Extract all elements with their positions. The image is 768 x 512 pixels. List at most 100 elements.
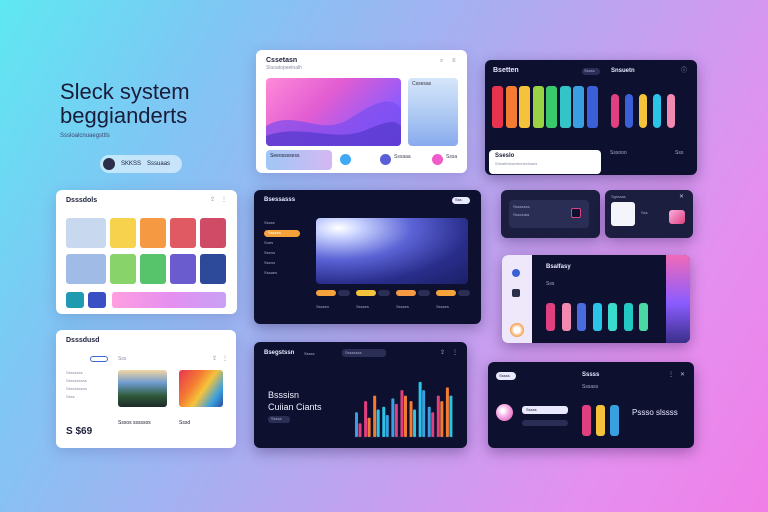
chart-bar [385,414,389,437]
chart-bar [449,395,453,437]
item-label-1: Sssaaa [394,154,411,160]
sidebar-item[interactable]: Sseos [264,250,304,260]
chart-bar [413,409,417,437]
info-icon[interactable]: ⓘ [681,68,687,74]
doc-landscape-image [118,370,167,407]
chart-bar [376,409,380,437]
close-icon[interactable]: ✕ [679,194,684,200]
more-icon[interactable]: ⋮ [668,372,674,378]
chart-bar [400,390,404,437]
chart-title: Bsegstssn [264,350,295,356]
mini-card-1: Ssssssss Sssceaia [501,190,600,238]
dashboard-tag [436,290,456,296]
chart-tab-2[interactable]: Ssssssss [342,349,386,357]
equalizer-bar [639,302,648,331]
palette-swatch [200,254,226,284]
sidebar-item[interactable]: Sseos [264,260,304,270]
dashboard-toggle[interactable]: Sss [452,197,470,204]
equalizer-bar [546,302,555,331]
player-pill[interactable]: Sssss [496,372,516,380]
player-bars [582,400,622,436]
sidebar-item-label: Sssses [268,230,281,235]
user-chip[interactable]: SKKSS Sssuaas [100,155,182,173]
doc-abstract-image [179,370,223,407]
dashboard-column-label: Sssses [356,304,369,309]
equalizer-card: Bsalfasy Sss [502,255,690,343]
player-bar [596,405,605,436]
bottom-banner[interactable]: Seeossssess [266,150,332,170]
palette-swatch [140,254,166,284]
dashboard-toggle-label: Sss [455,197,462,202]
dashboard-tag [396,290,416,296]
rainbow-swatch [573,86,584,128]
rainbow-swatch [532,86,544,128]
more-icon[interactable]: ⋮ [221,197,227,203]
equalizer-gradient-strip [666,255,690,343]
more-icon[interactable]: ⋮ [222,356,228,362]
dashboard-column-label: Sssses [436,304,449,309]
player-pill-label: Sssss [499,373,510,378]
palette-swatch [110,218,136,248]
equalizer-icon-2[interactable] [512,289,520,297]
doc-title: Dsssdusd [66,337,100,344]
mini-card-1-field[interactable]: Ssssssss Sssceaia [509,200,589,228]
sidebar-item[interactable]: Sssaes [264,270,304,280]
doc-line: Ssssssss [66,370,83,375]
chart-tab-1[interactable]: Sssss [304,351,315,356]
equalizer-icon-3[interactable] [510,323,524,337]
mini-card-1-sub: Sssceaia [513,212,530,217]
player-input[interactable]: Sssss [522,406,568,414]
rainbow-swatch [505,86,517,128]
dashboard-title: Bsessasss [264,197,296,203]
player-bar [582,405,591,436]
gradient-slider[interactable] [112,292,226,308]
dashboard-tag-track [378,290,390,296]
sidebar-item[interactable]: Snes [264,240,304,250]
footer-right: Sss [675,150,684,156]
chart-card: Bsegstssn Sssss Ssssssss ⇪ ⋮ Bsssisn Cui… [254,342,467,448]
palette-swatch [110,254,136,284]
card-top-center: Cssetasn Sluoatopeelnalh ⌕ ≡ Cssesas See… [256,50,467,173]
bottom-panel-title: Sseslo [495,153,515,159]
player-slider[interactable] [522,420,568,426]
sidebar-item-active[interactable]: Sssses [264,230,300,237]
close-icon[interactable]: ✕ [680,372,685,378]
mini-card-2: Sgmaas ✕ Sss [605,190,693,238]
chart-button-label: Sssss [271,416,282,421]
equalizer-label: Sss [546,281,555,287]
chart-bar [367,417,371,437]
chart-bar [391,398,395,437]
hero-title-line1: Sleck system [60,79,190,104]
equalizer-title: Bsalfasy [546,264,571,270]
share-icon[interactable]: ⇪ [440,350,445,356]
menu-icon[interactable]: ≡ [452,58,456,64]
equalizer-icon-1[interactable] [512,269,520,277]
mini-card-2-title: Sgmaas [611,194,626,199]
palette-swatch [88,292,106,308]
chart-button[interactable]: Sssss [268,416,290,423]
doc-tab[interactable] [90,356,108,362]
rainbow-right-swatch [639,94,647,128]
share-icon[interactable]: ⇪ [210,197,215,203]
share-icon[interactable]: ⇪ [212,356,217,362]
doc-tab-label: Sss [118,356,127,362]
doc-card: Dsssdusd Sss ⇪ ⋮ Ssssssss Ssssesssss Sss… [56,330,236,448]
player-bar [610,405,619,436]
palette-swatch [170,218,196,248]
chart-bar [431,412,435,437]
chart-bar [440,401,444,437]
dashboard-column-label: Sssses [396,304,409,309]
search-icon[interactable]: ⌕ [440,58,443,64]
palette-swatch [170,254,196,284]
avatar [103,158,115,170]
sidebar-item[interactable]: Sssse [264,220,304,230]
bottom-banner-label: Seeossssess [270,153,300,159]
player-title: Sssss [582,372,600,378]
header-pill[interactable]: Sssss [582,68,600,75]
chart-bar [394,403,398,437]
more-icon[interactable]: ⋮ [452,350,458,356]
item-dot-pink [432,154,443,165]
card-subtitle: Sluoatopeelnalh [266,65,302,71]
player-input-label: Sssss [526,407,537,412]
palette-swatch [66,218,106,248]
